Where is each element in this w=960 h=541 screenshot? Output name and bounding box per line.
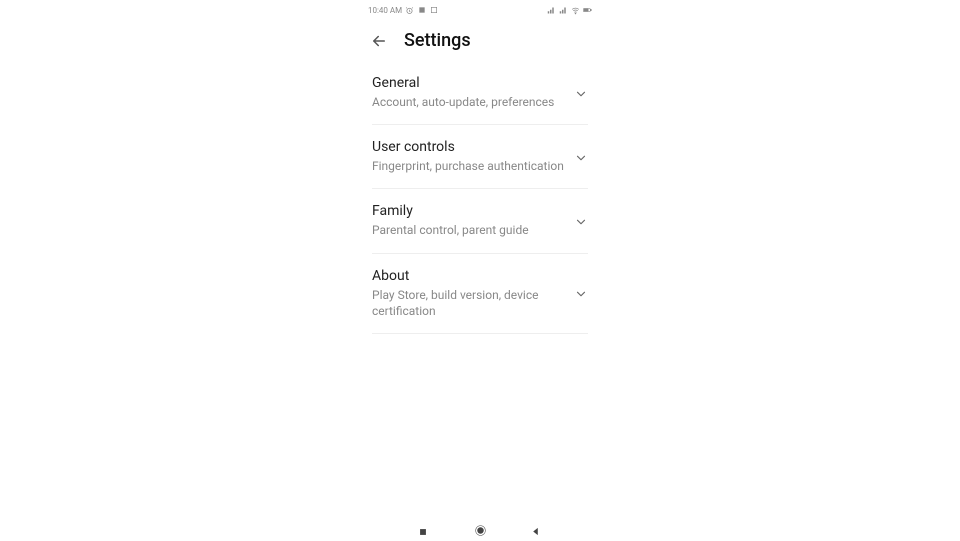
nav-home-icon[interactable] <box>474 522 486 534</box>
item-subtitle: Account, auto-update, preferences <box>372 94 566 110</box>
nav-bar <box>360 522 600 534</box>
item-title: Family <box>372 203 566 219</box>
item-text: Family Parental control, parent guide <box>372 203 574 238</box>
alarm-icon <box>405 6 414 15</box>
back-arrow-icon[interactable] <box>370 32 388 50</box>
notification-icon <box>429 6 438 15</box>
item-title: User controls <box>372 139 566 155</box>
item-subtitle: Parental control, parent guide <box>372 222 566 238</box>
item-subtitle: Play Store, build version, device certif… <box>372 287 566 319</box>
signal2-icon <box>559 6 568 15</box>
page-title: Settings <box>404 30 471 51</box>
chevron-down-icon <box>574 86 588 100</box>
status-time: 10:40 AM <box>368 6 402 15</box>
settings-list: General Account, auto-update, preference… <box>360 61 600 334</box>
settings-item-general[interactable]: General Account, auto-update, preference… <box>372 61 588 125</box>
item-title: General <box>372 75 566 91</box>
nav-recent-icon[interactable] <box>418 522 430 534</box>
settings-item-family[interactable]: Family Parental control, parent guide <box>372 189 588 253</box>
item-subtitle: Fingerprint, purchase authentication <box>372 158 566 174</box>
item-title: About <box>372 268 566 284</box>
nav-back-icon[interactable] <box>530 522 542 534</box>
status-left: 10:40 AM <box>368 6 438 15</box>
battery-icon <box>583 6 592 15</box>
item-text: User controls Fingerprint, purchase auth… <box>372 139 574 174</box>
phone-screen: 10:40 AM <box>360 0 600 540</box>
item-text: About Play Store, build version, device … <box>372 268 574 319</box>
signal-icon <box>547 6 556 15</box>
settings-item-about[interactable]: About Play Store, build version, device … <box>372 254 588 334</box>
notification-square-icon <box>417 6 426 15</box>
chevron-down-icon <box>574 150 588 164</box>
chevron-down-icon <box>574 214 588 228</box>
settings-item-user-controls[interactable]: User controls Fingerprint, purchase auth… <box>372 125 588 189</box>
status-bar: 10:40 AM <box>360 0 600 18</box>
app-bar: Settings <box>360 18 600 61</box>
item-text: General Account, auto-update, preference… <box>372 75 574 110</box>
status-right <box>547 6 592 15</box>
wifi-icon <box>571 6 580 15</box>
chevron-down-icon <box>574 286 588 300</box>
